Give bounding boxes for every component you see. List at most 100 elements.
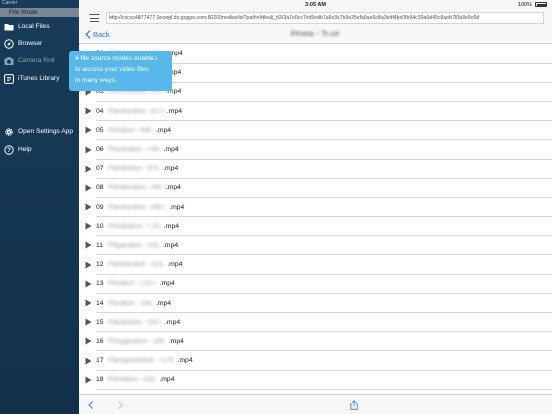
file-extension: .mp4 <box>168 337 184 345</box>
page-title: Ffrimo - Tr.clr <box>291 31 340 38</box>
file-name: Ffnralion - l0l5. <box>108 126 153 134</box>
file-row[interactable]: 17 Ffprogrentation - l.17l. .mp4 <box>79 351 552 371</box>
address-bar: http://ccccc4877477.0ooogl.do.gcggo.com:… <box>79 9 552 27</box>
play-icon <box>85 337 92 345</box>
play-icon <box>85 222 92 230</box>
file-name: Ffanliration - l.06. <box>108 146 161 154</box>
file-row[interactable]: 14 Ffnralion - l14l. .mp4 <box>79 293 552 313</box>
chevron-right-icon <box>118 401 123 409</box>
tooltip-line: to access your video files <box>75 66 149 73</box>
file-number: 07 <box>96 165 104 173</box>
file-row[interactable]: 09 Ffanderalion - l09 l. .mp4 <box>79 198 552 217</box>
file-number: 15 <box>96 318 104 326</box>
file-row[interactable]: 04 Ffanderalion - l0 l.l .mp4 <box>79 102 552 121</box>
file-extension: .mp4 <box>177 357 193 365</box>
file-extension: .mp4 <box>163 222 180 230</box>
help-icon: ? <box>4 144 14 155</box>
file-extension: .mp4 <box>155 126 172 134</box>
file-row[interactable]: 12 Ffanderalion - l12l. .mp4 <box>79 255 552 275</box>
sidebar-item-label: Local Files <box>18 23 50 30</box>
file-name: Ffanderalion - l09 l. <box>108 203 167 211</box>
sidebar-item-label: Open Settings App <box>18 128 73 135</box>
file-row[interactable]: 07 Ffanliration - l07l. .mp4 <box>79 159 552 179</box>
play-icon <box>85 107 92 115</box>
file-mode-header: File Mode <box>0 8 79 17</box>
file-row[interactable]: 13 Ffnralion - l.13 l. .mp4 <box>79 274 552 294</box>
file-number: 06 <box>96 146 104 154</box>
file-row[interactable]: 11 Ffitgaration - l11l. .mp4 <box>79 236 552 256</box>
file-row[interactable]: 16 Ffmagination - l16l. .mp4 <box>79 332 552 352</box>
file-name: Ffanderalion - l08. <box>108 184 163 192</box>
sidebar: Carrier File Mode Local Files Browser Ca… <box>0 0 79 414</box>
file-row[interactable]: 06 Ffanliration - l.06. .mp4 <box>79 140 552 160</box>
tooltip-line: in many ways. <box>75 77 117 84</box>
file-extension: .mp4 <box>167 261 183 269</box>
play-icon <box>85 357 92 365</box>
file-number: 08 <box>96 184 104 192</box>
file-extension: .mp4 <box>159 376 175 384</box>
play-icon <box>85 280 92 288</box>
file-row[interactable]: 05 Ffnralion - l0l5. .mp4 <box>79 121 552 141</box>
itunes-icon <box>4 73 14 84</box>
sidebar-item-camera-roll[interactable]: Camera Roll <box>0 52 79 69</box>
sidebar-item-help[interactable]: ? Help <box>0 141 79 158</box>
bottom-toolbar <box>79 394 552 414</box>
status-time: 3:05 AM <box>305 1 326 8</box>
forward-nav-button[interactable] <box>114 399 126 411</box>
status-bar: 3:05 AM 100% <box>79 0 552 9</box>
navigation-bar: Back Ffrimo - Tr.clr <box>79 27 552 44</box>
file-number: 10 <box>96 222 104 230</box>
file-list: 01Ffmnfraution - l01.l.mp402Ffmnfraution… <box>79 44 552 394</box>
play-icon <box>85 261 92 269</box>
file-name: Ffanderalion - l0 l.l <box>108 107 164 115</box>
file-extension: .mp4 <box>165 184 181 192</box>
sidebar-item-label: iTunes Library <box>18 75 60 82</box>
file-row[interactable]: 15 Ffanliration - l15 l. .mp4 <box>79 313 552 333</box>
file-name: Ffanliration - l15 l. <box>108 318 163 326</box>
carrier-label: Carrier <box>2 0 18 6</box>
sidebar-item-label: Browser <box>18 40 43 47</box>
file-name: Ffanliration - l07l. <box>108 165 161 173</box>
file-extension: .mp4 <box>163 241 179 249</box>
file-row[interactable]: 10 Ffmdiration - l.10. .mp4 <box>79 217 552 237</box>
file-number: 14 <box>96 299 104 307</box>
sidebar-item-itunes-library[interactable]: iTunes Library <box>0 70 79 87</box>
hamburger-menu-icon[interactable] <box>90 14 99 22</box>
compass-icon <box>4 38 14 49</box>
play-icon <box>85 318 92 326</box>
play-icon <box>85 126 92 134</box>
sidebar-item-browser[interactable]: Browser <box>0 35 79 52</box>
file-name: Ffenlation - l18l. <box>108 376 157 384</box>
sidebar-item-open-settings[interactable]: Open Settings App <box>0 123 79 140</box>
file-name: Ffitgaration - l11l. <box>108 241 161 249</box>
file-extension: .mp4 <box>163 165 179 173</box>
file-row[interactable]: 18 Ffenlation - l18l. .mp4 <box>79 370 552 390</box>
file-row[interactable]: 08 Ffanderalion - l08. .mp4 <box>79 178 552 198</box>
file-name: Ffprogrentation - l.17l. <box>108 357 175 365</box>
onboarding-tooltip: 4 file source modes enables to access yo… <box>69 51 172 91</box>
file-number: 17 <box>96 357 104 365</box>
camera-icon <box>4 56 14 66</box>
back-nav-button[interactable] <box>85 399 97 411</box>
battery-percent: 100% <box>517 1 532 8</box>
file-extension: .mp4 <box>163 146 179 154</box>
play-icon <box>85 184 92 192</box>
file-number: 16 <box>96 337 104 345</box>
file-extension: .mp4 <box>169 203 185 211</box>
file-number: 18 <box>96 376 104 384</box>
file-number: 12 <box>96 261 104 269</box>
battery-icon <box>535 2 547 7</box>
play-icon <box>85 203 92 211</box>
gear-icon <box>4 127 14 137</box>
file-name: Ffnralion - l.13 l. <box>108 280 157 288</box>
play-icon <box>85 146 92 154</box>
tooltip-line: 4 file source modes enables <box>75 55 158 62</box>
sidebar-item-local-files[interactable]: Local Files <box>0 18 79 35</box>
file-number: 04 <box>96 107 104 115</box>
file-name: Ffmdiration - l.10. <box>108 222 161 230</box>
file-number: 11 <box>96 241 104 249</box>
url-field[interactable]: http://ccccc4877477.0ooogl.do.gcggo.com:… <box>106 12 544 24</box>
play-icon <box>85 299 92 307</box>
share-button[interactable] <box>348 399 360 411</box>
app-window: Carrier File Mode Local Files Browser Ca… <box>0 0 552 414</box>
